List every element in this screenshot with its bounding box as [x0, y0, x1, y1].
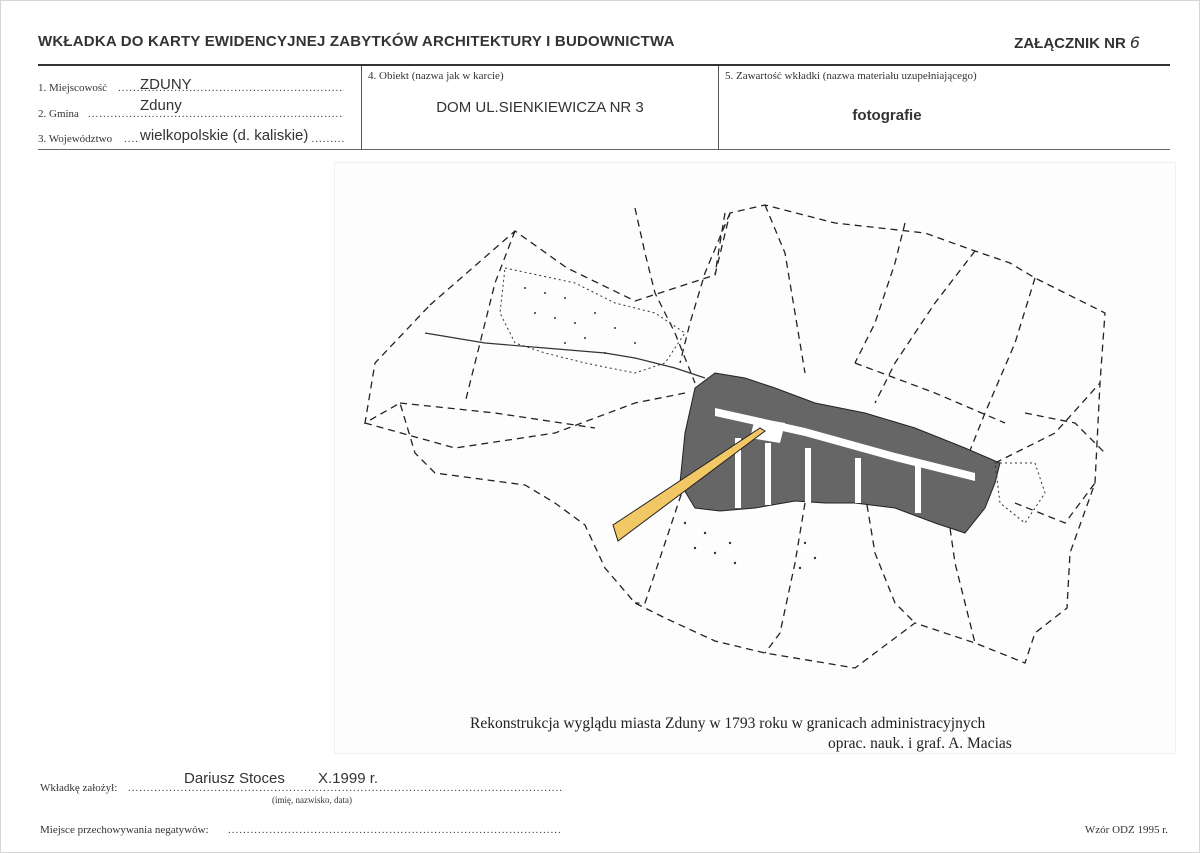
voivodeship-value: wielkopolskie (d. kaliskie) — [140, 127, 311, 144]
north-east-line — [854, 362, 1006, 424]
commune-value: Zduny — [140, 97, 182, 114]
map-caption-line2: oprac. nauk. i graf. A. Macias — [828, 735, 1012, 752]
east-field-1 — [874, 250, 976, 404]
east-field-2 — [964, 277, 1036, 464]
founder-label: Wkładkę założył: — [40, 782, 118, 794]
founder-hint: (imię, nazwisko, data) — [272, 795, 352, 805]
object-label: 4. Obiekt (nazwa jak w karcie) — [368, 70, 504, 82]
contents-label: 5. Zawartość wkładki (nazwa materiału uz… — [725, 70, 977, 82]
east-line-a — [994, 382, 1101, 464]
dotted-field-east — [994, 462, 1046, 524]
map-caption-line1: Rekonstrukcja wyglądu miasta Zduny w 179… — [470, 715, 986, 732]
west-inner — [399, 402, 596, 429]
contents-value: fotografie — [852, 107, 922, 124]
dotted-field-north — [499, 267, 686, 374]
commune-label: 2. Gmina — [38, 108, 79, 120]
founder-date: X.1999 r. — [318, 770, 379, 787]
north-field-line-2 — [679, 212, 731, 364]
locality-label: 1. Miejscowość — [38, 82, 108, 94]
road-north — [634, 207, 696, 384]
founder-name: Dariusz Stoces — [184, 770, 285, 787]
form-title: WKŁADKA DO KARTY EWIDENCYJNEJ ZABYTKÓW A… — [38, 33, 675, 50]
street-2 — [765, 443, 771, 505]
negatives-label: Miejsce przechowywania negatywów: — [40, 824, 209, 836]
voivodeship-label: 3. Województwo — [38, 133, 113, 145]
street-3 — [805, 448, 811, 503]
river — [424, 332, 706, 379]
annex-label: ZAŁĄCZNIK NR 6 — [1014, 33, 1140, 52]
west-road — [364, 392, 686, 449]
negatives-dots: ........................................… — [228, 824, 562, 836]
north-east-line-2 — [764, 204, 806, 374]
street-5 — [915, 463, 921, 513]
field-box-bottom-rule — [38, 149, 1170, 150]
south-road-2 — [764, 502, 806, 654]
north-field-line — [464, 230, 516, 404]
east-line-c — [1024, 412, 1106, 454]
divider-right — [718, 66, 719, 150]
top-rule — [38, 64, 1170, 66]
commune-dots: ........................................… — [88, 108, 344, 120]
object-value: DOM UL.SIENKIEWICZA NR 3 — [436, 99, 644, 116]
annex-label-text: ZAŁĄCZNIK NR — [1014, 35, 1126, 52]
annex-number: 6 — [1129, 33, 1140, 52]
attached-map-photo: Rekonstrukcja wyglądu miasta Zduny w 179… — [335, 163, 1175, 753]
north-west-dash — [714, 212, 726, 276]
form-version: Wzór ODZ 1995 r. — [1084, 824, 1168, 836]
road-northeast — [854, 222, 906, 364]
locality-value: ZDUNY — [140, 76, 192, 93]
street-4 — [855, 458, 861, 503]
historic-town-map — [364, 204, 1106, 669]
